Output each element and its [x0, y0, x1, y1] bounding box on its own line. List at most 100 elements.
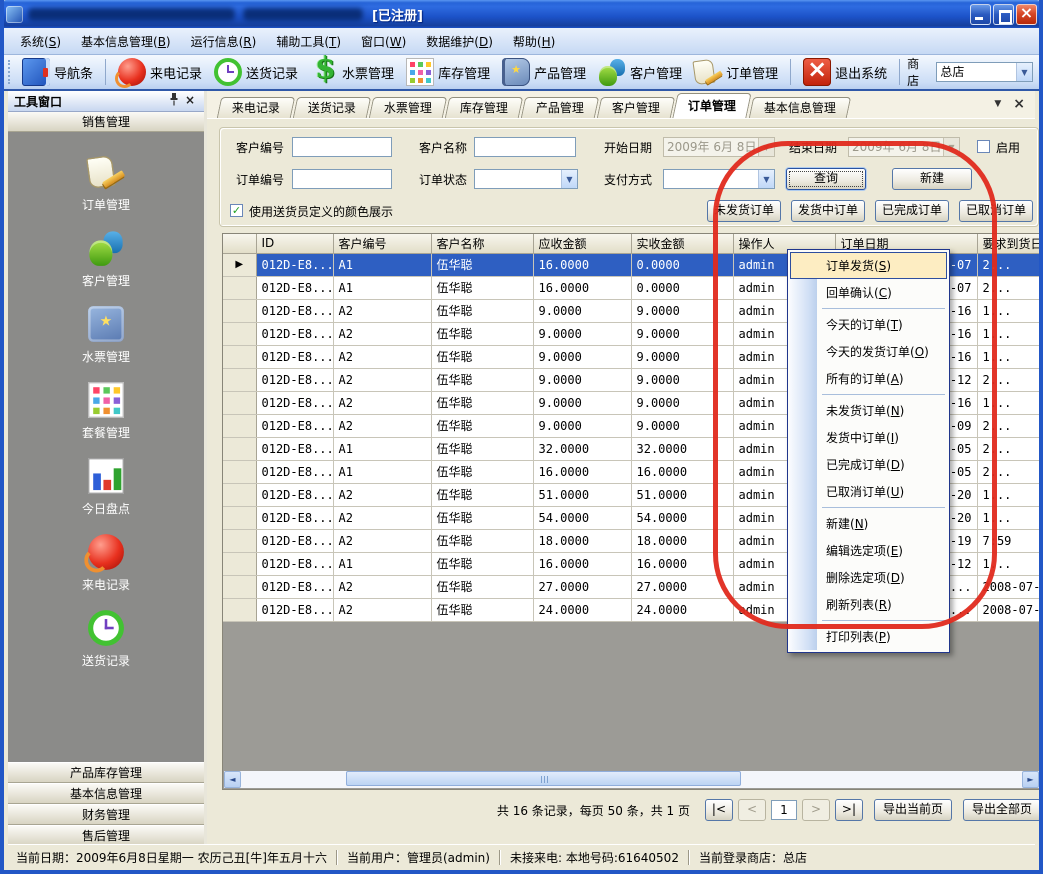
row-selector[interactable]: [223, 368, 256, 391]
prev-page-button[interactable]: <: [738, 799, 766, 821]
sidebar-item-来电记录[interactable]: 来电记录: [72, 534, 140, 597]
context-menu-item-未发货订单[interactable]: 未发货订单(N): [790, 397, 947, 424]
sidebar-item-送货记录[interactable]: 送货记录: [72, 610, 140, 673]
menubar-item-B[interactable]: 基本信息管理(B): [71, 28, 181, 55]
scrollbar-thumb[interactable]: [346, 771, 741, 786]
tab-送货记录[interactable]: 送货记录: [293, 97, 371, 118]
sidebar-section-财务管理[interactable]: 财务管理: [8, 804, 204, 825]
toolbar-button-alarm-bell[interactable]: 来电记录: [113, 56, 207, 88]
customer-no-input[interactable]: [292, 137, 392, 157]
grid-header-received[interactable]: 实收金额: [631, 234, 733, 253]
toolbar-button-clock[interactable]: 送货记录: [209, 56, 303, 88]
next-page-button[interactable]: >: [802, 799, 830, 821]
row-selector[interactable]: [223, 437, 256, 460]
menubar-item-R[interactable]: 运行信息(R): [181, 28, 267, 55]
context-menu-item-打印列表[interactable]: 打印列表(P): [790, 623, 947, 650]
context-menu-item-新建[interactable]: 新建(N): [790, 510, 947, 537]
sidebar-section-售后管理[interactable]: 售后管理: [8, 825, 204, 846]
row-selector[interactable]: [223, 552, 256, 575]
context-menu-item-订单发货[interactable]: 订单发货(S): [790, 252, 947, 279]
maximize-button[interactable]: [993, 4, 1014, 25]
filter-button-未发货订单[interactable]: 未发货订单: [707, 200, 781, 222]
sidebar-item-客户管理[interactable]: 客户管理: [72, 230, 140, 293]
scroll-left-arrow-icon[interactable]: ◄: [224, 771, 241, 788]
menubar-item-D[interactable]: 数据维护(D): [416, 28, 503, 55]
tab-客户管理[interactable]: 客户管理: [597, 97, 675, 118]
close-button[interactable]: [1016, 4, 1037, 25]
row-selector[interactable]: ▶: [223, 253, 256, 276]
row-selector[interactable]: [223, 414, 256, 437]
close-icon[interactable]: ×: [182, 93, 198, 109]
start-date-picker[interactable]: 2009年 6月 8日 ▼: [663, 137, 775, 157]
grid-header-required_date[interactable]: 要求到货日期: [977, 234, 1041, 253]
toolbar-button-exit[interactable]: 退出系统: [798, 56, 892, 88]
sidebar-section-产品库存管理[interactable]: 产品库存管理: [8, 762, 204, 783]
scroll-right-arrow-icon[interactable]: ►: [1022, 771, 1039, 788]
tab-订单管理[interactable]: 订单管理: [672, 93, 751, 118]
row-selector[interactable]: [223, 483, 256, 506]
menubar-item-W[interactable]: 窗口(W): [351, 28, 416, 55]
context-menu-item-刷新列表[interactable]: 刷新列表(R): [790, 591, 947, 618]
toolbar-button-color-grid[interactable]: 库存管理: [401, 56, 495, 88]
context-menu-item-回单确认[interactable]: 回单确认(C): [790, 279, 947, 306]
context-menu-item-今天的订单[interactable]: 今天的订单(T): [790, 311, 947, 338]
scrollbar-track[interactable]: [241, 771, 1022, 788]
last-page-button[interactable]: >|: [835, 799, 863, 821]
shop-combobox[interactable]: 总店 ▼: [936, 62, 1033, 82]
row-selector[interactable]: [223, 276, 256, 299]
context-menu-item-编辑选定项[interactable]: 编辑选定项(E): [790, 537, 947, 564]
sidebar-section-基本信息管理[interactable]: 基本信息管理: [8, 783, 204, 804]
sidebar-section-sales[interactable]: 销售管理: [8, 112, 204, 132]
sidebar-item-订单管理[interactable]: 订单管理: [72, 154, 140, 217]
customer-name-input[interactable]: [474, 137, 576, 157]
minimize-button[interactable]: [970, 4, 991, 25]
toolbar-button-people[interactable]: 客户管理: [593, 56, 687, 88]
color-display-checkbox[interactable]: ✓: [230, 204, 243, 217]
toolbar-grip-handle[interactable]: [8, 60, 13, 84]
sidebar-item-今日盘点[interactable]: 今日盘点: [72, 458, 140, 521]
tab-基本信息管理[interactable]: 基本信息管理: [749, 97, 851, 118]
toolbar-button-order-scroll[interactable]: 订单管理: [689, 56, 783, 88]
row-selector[interactable]: [223, 529, 256, 552]
toolbar-button-nav-book[interactable]: 导航条: [17, 56, 98, 88]
chevron-down-icon[interactable]: ▼: [994, 98, 1001, 110]
context-menu-item-今天的发货订单[interactable]: 今天的发货订单(O): [790, 338, 947, 365]
end-date-picker[interactable]: 2009年 6月 8日 ▼: [848, 137, 960, 157]
row-selector[interactable]: [223, 575, 256, 598]
context-menu-item-已完成订单[interactable]: 已完成订单(D): [790, 451, 947, 478]
horizontal-scrollbar[interactable]: ◄ ►: [224, 771, 1039, 788]
toolbar-button-product-book[interactable]: 产品管理: [497, 56, 591, 88]
tab-水票管理[interactable]: 水票管理: [369, 97, 447, 118]
sidebar-item-水票管理[interactable]: 水票管理: [72, 306, 140, 369]
row-selector[interactable]: [223, 345, 256, 368]
grid-header-receivable[interactable]: 应收金额: [533, 234, 631, 253]
row-selector[interactable]: [223, 322, 256, 345]
enable-checkbox[interactable]: [977, 140, 990, 153]
chevron-down-icon[interactable]: ▼: [758, 138, 774, 156]
grid-header-id[interactable]: ID: [256, 234, 333, 253]
pay-method-combobox[interactable]: ▼: [663, 169, 775, 189]
chevron-down-icon[interactable]: ▼: [758, 170, 774, 188]
new-button[interactable]: 新建: [892, 168, 972, 190]
tab-来电记录[interactable]: 来电记录: [217, 97, 295, 118]
chevron-down-icon[interactable]: ▼: [943, 138, 959, 156]
toolbar-button-dollar[interactable]: 水票管理: [305, 56, 399, 88]
grid-header-customer_no[interactable]: 客户编号: [333, 234, 431, 253]
context-menu-item-已取消订单[interactable]: 已取消订单(U): [790, 478, 947, 505]
menubar-item-T[interactable]: 辅助工具(T): [266, 28, 351, 55]
row-selector[interactable]: [223, 506, 256, 529]
menubar-item-S[interactable]: 系统(S): [10, 28, 71, 55]
row-selector[interactable]: [223, 598, 256, 621]
tab-库存管理[interactable]: 库存管理: [445, 97, 523, 118]
order-no-input[interactable]: [292, 169, 392, 189]
menubar-item-H[interactable]: 帮助(H): [503, 28, 565, 55]
filter-button-已取消订单[interactable]: 已取消订单: [959, 200, 1033, 222]
query-button[interactable]: 查询: [786, 168, 866, 190]
pin-icon[interactable]: [166, 93, 182, 109]
page-number-input[interactable]: [771, 800, 797, 820]
export-current-page-button[interactable]: 导出当前页: [874, 799, 952, 821]
row-selector[interactable]: [223, 460, 256, 483]
row-selector[interactable]: [223, 299, 256, 322]
first-page-button[interactable]: |<: [705, 799, 733, 821]
tab-产品管理[interactable]: 产品管理: [521, 97, 599, 118]
